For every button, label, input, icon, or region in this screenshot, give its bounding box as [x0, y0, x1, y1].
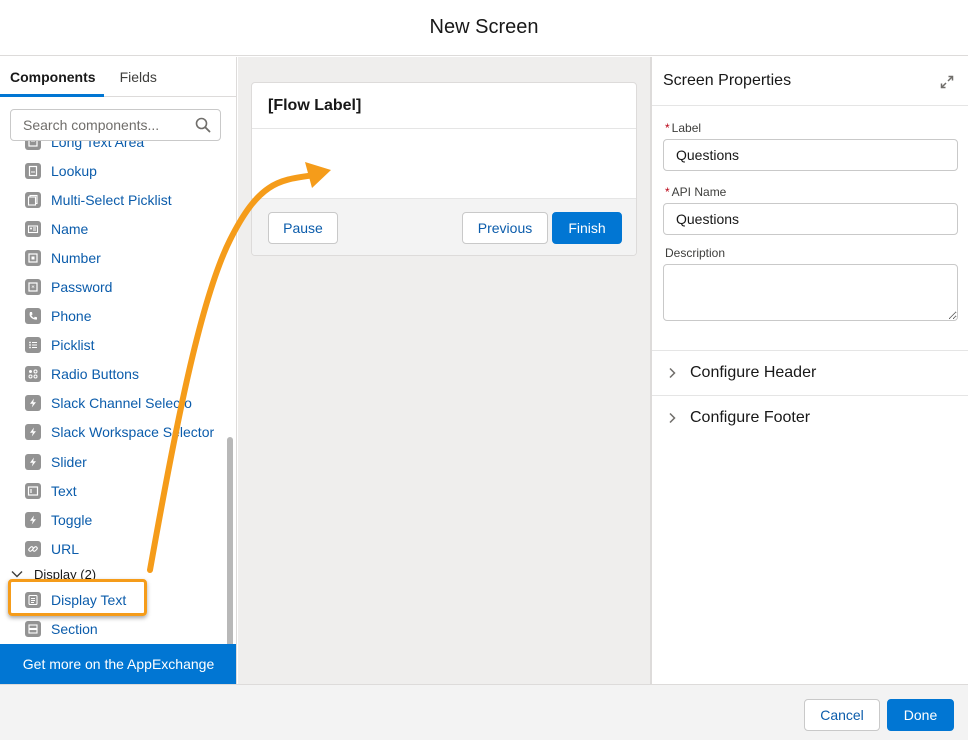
component-item-long-text-area[interactable]: Long Text Area — [0, 141, 220, 156]
component-item-radio-buttons[interactable]: Radio Buttons — [0, 360, 220, 389]
description-field-label: Description — [665, 246, 726, 260]
components-panel: Components Fields Long Text Area Lookup — [0, 57, 237, 684]
component-item-number[interactable]: Number — [0, 243, 220, 272]
configure-header-section[interactable]: Configure Header — [652, 350, 968, 395]
component-label: Name — [51, 220, 89, 237]
required-marker: * — [665, 121, 670, 135]
name-card-icon — [25, 220, 41, 237]
component-label: Phone — [51, 308, 92, 325]
finish-button[interactable]: Finish — [552, 212, 622, 244]
component-label: URL — [51, 540, 80, 557]
search-box — [10, 109, 221, 141]
group-header-display[interactable]: Display (2) — [0, 563, 220, 585]
component-label: Picklist — [51, 337, 95, 354]
lightning-icon — [25, 511, 41, 528]
component-label: Section — [51, 621, 98, 638]
component-label: Radio Buttons — [51, 366, 139, 383]
component-item-text[interactable]: Text — [0, 476, 220, 505]
component-item-toggle[interactable]: Toggle — [0, 505, 220, 534]
lookup-icon — [25, 162, 41, 179]
component-item-slider[interactable]: Slider — [0, 447, 220, 476]
component-item-name[interactable]: Name — [0, 214, 220, 243]
section-label: Configure Header — [690, 364, 817, 381]
display-text-icon — [25, 591, 41, 608]
label-field-label: * Label — [665, 121, 702, 135]
section-label: Configure Footer — [690, 409, 811, 426]
appexchange-link[interactable]: Get more on the AppExchange — [0, 644, 236, 684]
required-marker: * — [665, 185, 670, 199]
password-icon: * — [25, 279, 41, 296]
done-button[interactable]: Done — [887, 699, 954, 731]
phone-icon — [25, 308, 41, 325]
number-icon — [25, 249, 41, 266]
pause-button[interactable]: Pause — [268, 212, 338, 244]
component-item-slack-workspace-selector[interactable]: Slack Workspace Selector — [0, 418, 220, 447]
component-item-multi-select-picklist[interactable]: Multi-Select Picklist — [0, 185, 220, 214]
components-scrollbar[interactable] — [225, 141, 235, 684]
description-textarea[interactable] — [663, 264, 958, 321]
component-label: Long Text Area — [51, 141, 145, 150]
previous-button[interactable]: Previous — [462, 212, 548, 244]
tab-components[interactable]: Components — [0, 57, 108, 96]
screen-body-dropzone[interactable] — [252, 129, 636, 198]
flow-label: [Flow Label] — [268, 96, 362, 114]
section-icon — [25, 621, 41, 638]
api-name-input[interactable] — [663, 203, 958, 235]
lightning-icon — [25, 424, 41, 441]
components-list: Long Text Area Lookup Multi-Select Pickl… — [0, 141, 236, 644]
search-components-input[interactable] — [10, 109, 221, 141]
screen-preview-card: [Flow Label] Pause Previous Finish — [251, 82, 637, 256]
screen-canvas: [Flow Label] Pause Previous Finish — [238, 57, 650, 684]
component-label: Slack Channel Selecto — [51, 395, 192, 412]
component-label: Multi-Select Picklist — [51, 191, 172, 208]
component-item-slack-channel-selector[interactable]: Slack Channel Selecto — [0, 389, 220, 418]
textarea-icon — [25, 141, 41, 150]
screen-header[interactable]: [Flow Label] — [252, 83, 636, 129]
modal-header: New Screen — [0, 0, 968, 56]
chevron-right-icon — [669, 367, 676, 379]
svg-text:*: * — [31, 284, 35, 292]
component-label: Text — [51, 482, 77, 499]
link-icon — [25, 540, 41, 557]
component-label: Display Text — [51, 591, 127, 608]
radio-buttons-icon — [25, 366, 41, 383]
screen-footer: Pause Previous Finish — [252, 198, 636, 255]
component-item-section[interactable]: Section — [0, 615, 220, 644]
chevron-right-icon — [669, 412, 676, 424]
component-item-lookup[interactable]: Lookup — [0, 156, 220, 185]
component-label: Password — [51, 279, 113, 296]
group-label: Display (2) — [34, 566, 97, 582]
panel-tabs: Components Fields — [0, 57, 236, 97]
component-label: Slider — [51, 453, 87, 470]
chevron-down-icon — [11, 571, 23, 578]
text-input-icon — [25, 482, 41, 499]
picklist-icon — [25, 337, 41, 354]
tab-fields[interactable]: Fields — [108, 57, 169, 96]
component-item-url[interactable]: URL — [0, 534, 220, 563]
configure-footer-section[interactable]: Configure Footer — [652, 395, 968, 440]
component-label: Toggle — [51, 511, 93, 528]
search-icon[interactable] — [195, 117, 211, 133]
label-input[interactable] — [663, 139, 958, 171]
component-label: Slack Workspace Selector — [51, 424, 215, 441]
component-label: Number — [51, 249, 101, 266]
properties-header: Screen Properties — [652, 57, 968, 106]
component-item-display-text[interactable]: Display Text — [0, 585, 220, 614]
component-item-phone[interactable]: Phone — [0, 302, 220, 331]
multi-picklist-icon — [25, 191, 41, 208]
properties-title: Screen Properties — [663, 72, 792, 89]
modal-footer: Cancel Done — [0, 684, 968, 740]
component-item-picklist[interactable]: Picklist — [0, 331, 220, 360]
expand-icon[interactable] — [940, 75, 954, 89]
component-label: Lookup — [51, 162, 97, 179]
component-item-password[interactable]: * Password — [0, 272, 220, 301]
active-tab-indicator — [0, 94, 104, 97]
lightning-icon — [25, 395, 41, 412]
api-name-field-label: * API Name — [665, 185, 727, 199]
lightning-icon — [25, 453, 41, 470]
modal-title: New Screen — [429, 16, 539, 38]
screen-properties-panel: Screen Properties *Label *API Name Descr… — [650, 57, 968, 684]
cancel-button[interactable]: Cancel — [804, 699, 880, 731]
